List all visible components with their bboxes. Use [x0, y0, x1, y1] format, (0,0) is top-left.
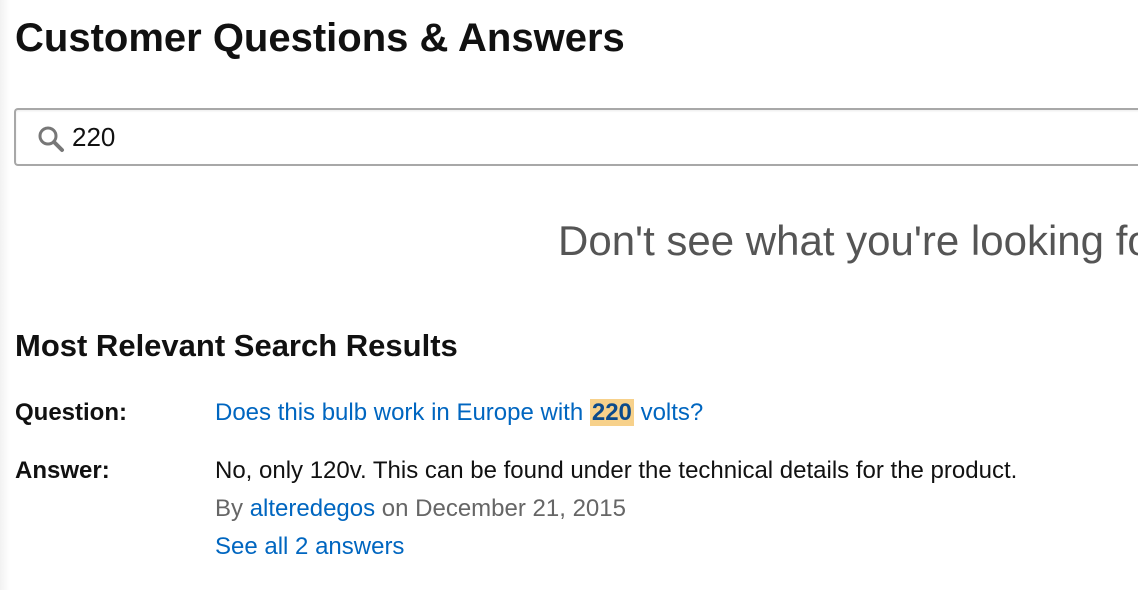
question-text: Does this bulb work in Europe with 220 v…	[215, 399, 703, 427]
byline-prefix: By	[215, 495, 250, 522]
search-icon	[36, 124, 66, 154]
left-edge-shadow	[0, 0, 10, 590]
search-input[interactable]	[72, 118, 1072, 156]
answer-text: No, only 120v. This can be found under t…	[215, 457, 1018, 484]
question-text-before: Does this bulb work in Europe with	[215, 399, 590, 426]
search-term-highlight: 220	[589, 399, 634, 426]
author-link[interactable]: alteredegos	[250, 495, 375, 522]
byline-date: on December 21, 2015	[375, 495, 626, 522]
see-all-answers-link[interactable]: See all 2 answers	[215, 533, 404, 560]
question-text-after: volts?	[633, 399, 704, 426]
search-box[interactable]	[14, 108, 1138, 166]
qa-page: Customer Questions & Answers Don't see w…	[0, 0, 1138, 590]
results-heading: Most Relevant Search Results	[15, 328, 458, 363]
see-all-answers: See all 2 answers	[215, 533, 404, 561]
answer-label: Answer:	[15, 457, 110, 484]
question-link[interactable]: Does this bulb work in Europe with 220 v…	[215, 399, 703, 426]
page-title: Customer Questions & Answers	[15, 16, 625, 60]
question-label: Question:	[15, 399, 127, 426]
answer-byline: By alteredegos on December 21, 2015	[215, 495, 626, 523]
not-found-prompt: Don't see what you're looking fo	[558, 217, 1138, 264]
